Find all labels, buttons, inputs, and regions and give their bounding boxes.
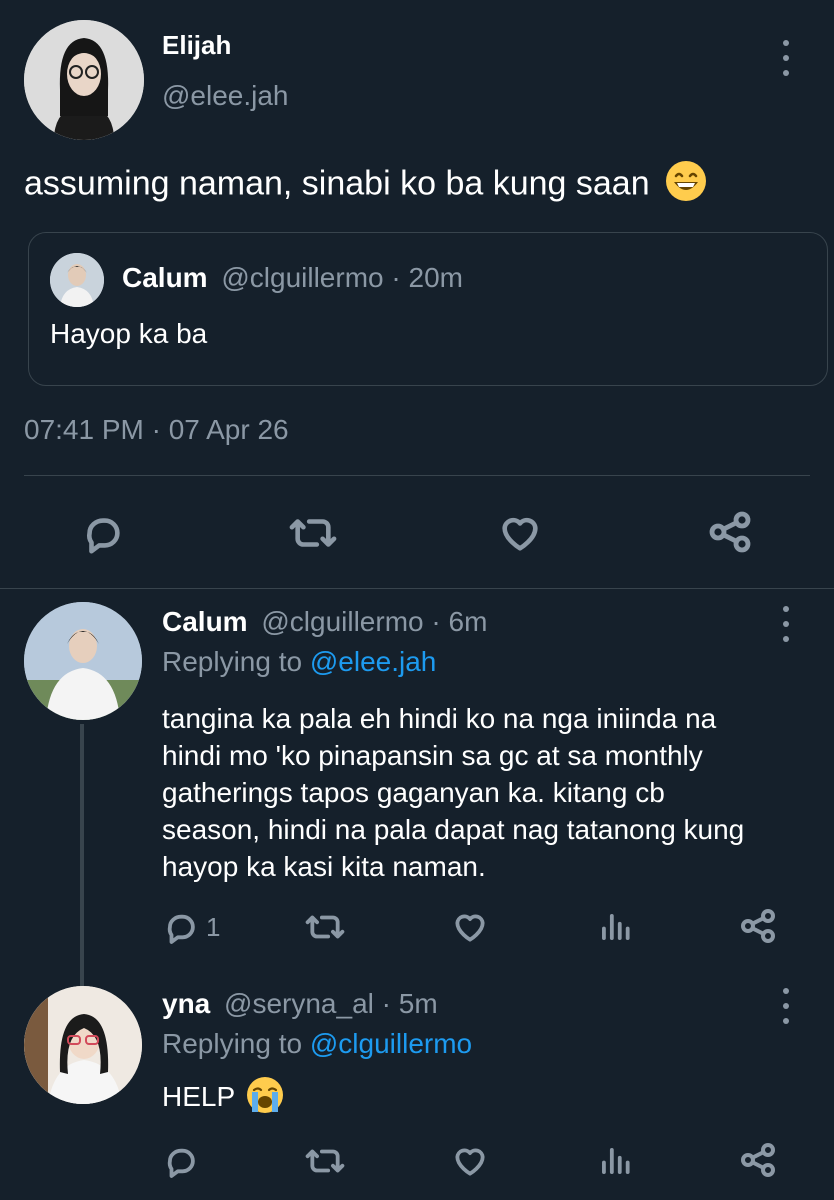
replying-to-link[interactable]: @elee.jah bbox=[310, 646, 437, 677]
reply-text: tangina ka pala eh hindi ko na nga iniin… bbox=[162, 700, 744, 885]
like-button[interactable] bbox=[450, 1142, 490, 1185]
replying-to-link[interactable]: @clguillermo bbox=[310, 1028, 472, 1059]
reply-header: yna @seryna_al · 5m bbox=[162, 988, 438, 1020]
retweet-button[interactable] bbox=[304, 1142, 346, 1185]
reply-age: 6m bbox=[448, 606, 488, 637]
tweet-text: assuming naman, sinabi ko ba kung saan bbox=[24, 160, 707, 211]
analytics-button[interactable] bbox=[596, 908, 634, 951]
share-button[interactable] bbox=[738, 906, 778, 951]
avatar[interactable] bbox=[24, 986, 142, 1104]
retweet-button[interactable] bbox=[304, 908, 346, 951]
quote-separator: · bbox=[391, 262, 401, 293]
grinning-face-emoji bbox=[665, 160, 707, 211]
reply-text-body: HELP bbox=[162, 1080, 235, 1112]
quote-text: Hayop ka ba bbox=[50, 318, 208, 349]
reply-text-line: hayop ka kasi kita naman. bbox=[162, 851, 486, 882]
reply-icon bbox=[167, 914, 195, 944]
replying-to-prefix: Replying to bbox=[162, 646, 303, 677]
reply-icon bbox=[87, 518, 120, 554]
divider bbox=[24, 475, 810, 476]
retweet-icon bbox=[305, 1149, 345, 1173]
like-button[interactable] bbox=[496, 510, 544, 561]
retweet-icon bbox=[289, 519, 337, 547]
more-options-icon[interactable] bbox=[776, 988, 796, 1024]
reply-button[interactable]: 1 bbox=[162, 908, 220, 946]
reply-text-line: tangina ka pala eh hindi ko na nga iniin… bbox=[162, 703, 717, 734]
quote-header: Calum @clguillermo · 20m bbox=[122, 262, 463, 294]
tweet-timestamp: 07:41 PM · 07 Apr 26 bbox=[24, 414, 289, 445]
quote-author-handle: @clguillermo bbox=[221, 262, 384, 293]
share-button[interactable] bbox=[706, 508, 754, 561]
quoted-tweet-card[interactable] bbox=[28, 232, 828, 386]
analytics-icon bbox=[602, 1148, 630, 1174]
retweet-icon bbox=[305, 915, 345, 939]
reply-text-line: season, hindi na pala dapat nag tatanong… bbox=[162, 814, 745, 845]
reply-count: 1 bbox=[206, 911, 221, 942]
reply-text-line: hindi mo 'ko pinapansin sa gc at sa mont… bbox=[162, 740, 703, 771]
avatar[interactable] bbox=[24, 602, 142, 720]
reply-author-handle[interactable]: @clguillermo bbox=[261, 606, 423, 637]
replying-to: Replying to @clguillermo bbox=[162, 1028, 472, 1060]
like-button[interactable] bbox=[450, 908, 490, 951]
loudly-crying-face-emoji bbox=[246, 1076, 284, 1121]
tweet-text-body: assuming naman, sinabi ko ba kung saan bbox=[24, 164, 650, 203]
reply-button[interactable] bbox=[162, 1142, 200, 1185]
reply-separator: · bbox=[431, 606, 441, 637]
divider bbox=[0, 588, 834, 589]
reply-author-name[interactable]: yna bbox=[162, 988, 210, 1019]
reply-separator: · bbox=[381, 988, 391, 1019]
more-options-icon[interactable] bbox=[776, 40, 796, 76]
reply-author-name[interactable]: Calum bbox=[162, 606, 248, 637]
reply-author-handle[interactable]: @seryna_al bbox=[224, 988, 374, 1019]
author-handle[interactable]: @elee.jah bbox=[162, 80, 289, 112]
retweet-button[interactable] bbox=[288, 510, 338, 561]
reply-text: HELP bbox=[162, 1076, 284, 1121]
author-name[interactable]: Elijah bbox=[162, 30, 231, 61]
quote-avatar bbox=[50, 253, 104, 307]
thread-line bbox=[80, 724, 84, 986]
share-icon bbox=[709, 511, 751, 553]
reply-age: 5m bbox=[398, 988, 438, 1019]
more-options-icon[interactable] bbox=[776, 606, 796, 642]
quote-author-name: Calum bbox=[122, 262, 208, 293]
replying-to-prefix: Replying to bbox=[162, 1028, 303, 1059]
analytics-button[interactable] bbox=[596, 1142, 634, 1185]
share-button[interactable] bbox=[738, 1140, 778, 1185]
share-icon bbox=[741, 1143, 775, 1177]
replying-to: Replying to @elee.jah bbox=[162, 646, 436, 678]
reply-text-line: gatherings tapos gaganyan ka. kitang cb bbox=[162, 777, 665, 808]
heart-icon bbox=[502, 517, 538, 551]
reply-button[interactable] bbox=[80, 510, 126, 561]
reply-icon bbox=[167, 1148, 195, 1178]
heart-icon bbox=[455, 1148, 485, 1176]
quote-age: 20m bbox=[408, 262, 463, 293]
analytics-icon bbox=[602, 914, 630, 940]
avatar[interactable] bbox=[24, 20, 144, 140]
heart-icon bbox=[455, 914, 485, 942]
reply-header: Calum @clguillermo · 6m bbox=[162, 606, 487, 638]
share-icon bbox=[741, 909, 775, 943]
